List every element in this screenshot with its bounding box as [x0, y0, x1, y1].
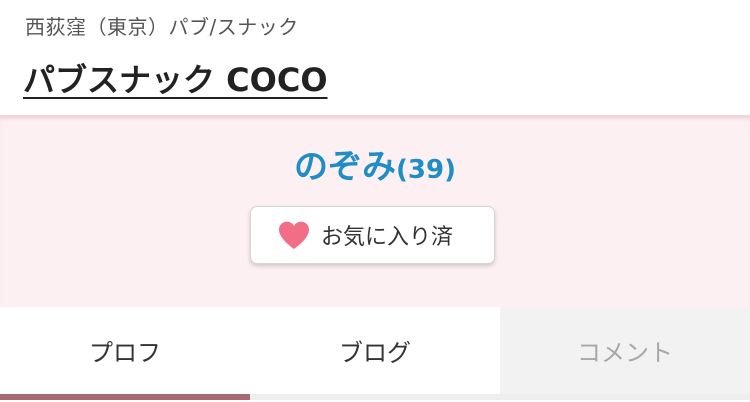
profile-section: のぞみ(39) お気に入り済 [0, 115, 750, 307]
tab-comment[interactable]: コメント [500, 307, 750, 394]
shop-header: 西荻窪（東京）パブ/スナック パブスナック COCO [0, 0, 750, 115]
heart-icon [279, 221, 309, 249]
active-tab-indicator [0, 394, 250, 400]
profile-heading: のぞみ(39) [0, 139, 750, 188]
tab-track [250, 394, 750, 400]
breadcrumb[interactable]: 西荻窪（東京）パブ/スナック [25, 11, 299, 40]
tab-bar: プロフ ブログ コメント [0, 307, 750, 402]
favorite-button[interactable]: お気に入り済 [250, 206, 495, 264]
tab-blog[interactable]: ブログ [250, 307, 500, 394]
favorite-button-label: お気に入り済 [321, 225, 454, 250]
profile-name: のぞみ [294, 147, 397, 187]
tab-profile[interactable]: プロフ [0, 307, 250, 394]
profile-age: (39) [396, 155, 456, 185]
shop-name-link[interactable]: パブスナック COCO [23, 55, 328, 101]
